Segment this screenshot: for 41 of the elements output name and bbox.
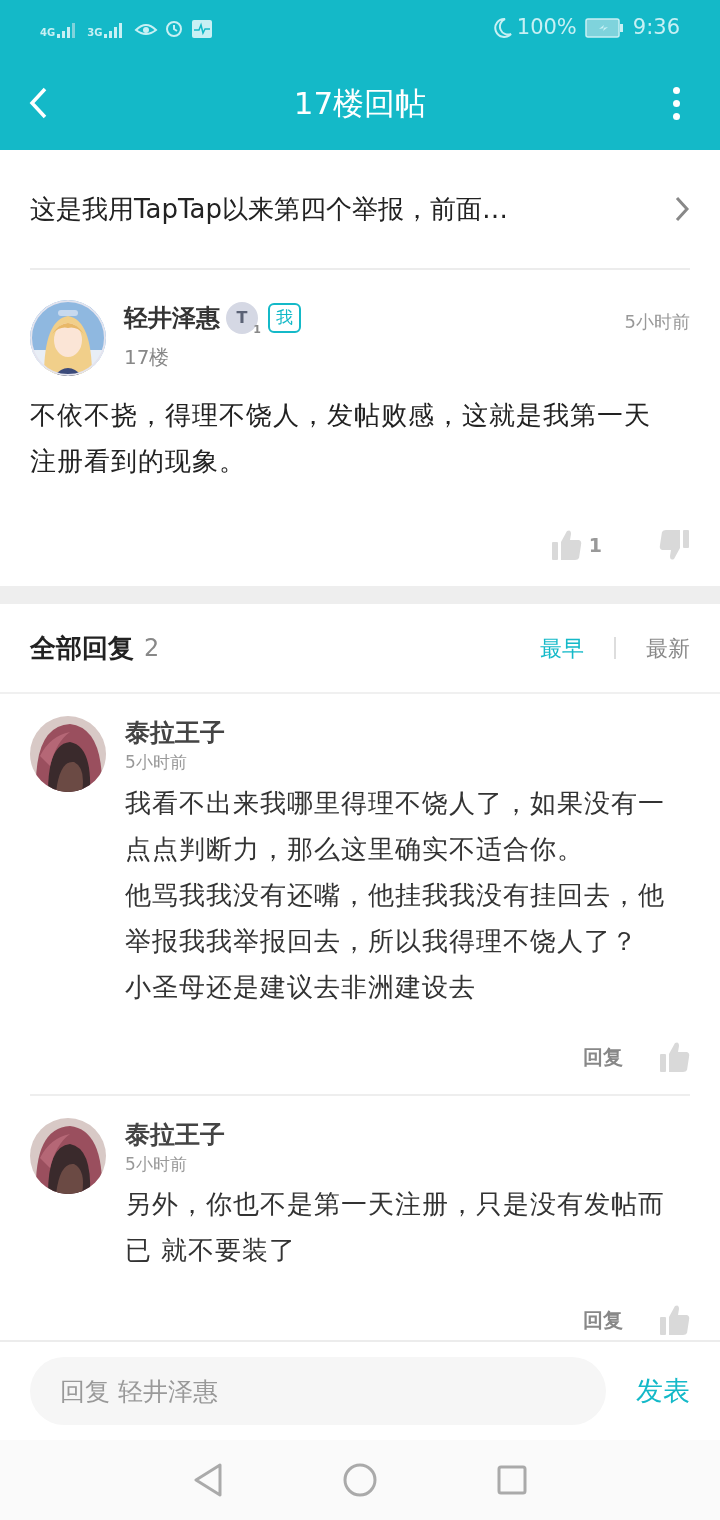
- reply-time: 5小时前: [125, 1152, 188, 1176]
- author-name[interactable]: 轻井泽惠: [124, 300, 220, 336]
- page-title: 17楼回帖: [292, 83, 428, 123]
- author-name[interactable]: 泰拉王子: [125, 1117, 691, 1152]
- recents-nav-icon[interactable]: [497, 1465, 527, 1495]
- topic-title[interactable]: 这是我用TapTap以来第四个举报，前面…: [30, 189, 509, 229]
- home-nav-icon[interactable]: [343, 1463, 377, 1497]
- reply-time: 5小时前: [125, 751, 188, 774]
- post-time: 5小时前: [624, 310, 690, 334]
- reply-count: 2: [144, 633, 160, 664]
- floor-number: 17楼: [124, 344, 171, 371]
- reply-text: 小圣母还是建议去非洲建设去: [125, 970, 477, 1004]
- reply-text: 他骂我我没有还嘴，他挂我我没有挂回去，他举报我我举报回去，所以我得理不饶人了？: [125, 878, 666, 958]
- chevron-right-icon[interactable]: [674, 195, 690, 223]
- reply-button[interactable]: 回复: [583, 1305, 623, 1335]
- reply-text: 我看不出来我哪里得理不饶人了，如果没有一点点判断力，那么这里确实不适合你。: [125, 786, 666, 866]
- author-name[interactable]: 泰拉王子: [125, 716, 691, 750]
- post-body: 不依不挠，得理不饶人，发帖败感，这就是我第一天注册看到的现象。: [30, 399, 652, 478]
- battery-percent: 100%: [516, 14, 577, 42]
- back-nav-icon[interactable]: [193, 1463, 223, 1497]
- dislike-icon[interactable]: [658, 528, 690, 562]
- reply-button[interactable]: 回复: [583, 1041, 623, 1072]
- moon-icon: [492, 17, 513, 39]
- activity-icon: [192, 20, 213, 38]
- send-button[interactable]: 发表: [636, 1370, 690, 1412]
- battery-icon: [584, 18, 623, 38]
- network-label: 4G: [40, 28, 56, 38]
- like-icon[interactable]: [550, 528, 583, 562]
- sort-tab[interactable]: 最早: [540, 631, 584, 665]
- section-title: 全部回复: [30, 631, 134, 665]
- alarm-icon: [164, 18, 185, 38]
- like-count: 1: [588, 532, 602, 558]
- network-label: 3G: [87, 28, 103, 38]
- sort-tab[interactable]: 最新: [646, 631, 690, 665]
- reply-text: 另外，你也不是第一天注册，只是没有发帖而已 就不要装了: [125, 1188, 666, 1267]
- like-icon[interactable]: [659, 1039, 691, 1074]
- level-badge: T 1: [226, 302, 258, 334]
- reply-input[interactable]: 回复 轻井泽惠: [30, 1357, 606, 1425]
- clock-time: 9:36: [632, 14, 680, 42]
- like-icon[interactable]: [659, 1303, 691, 1337]
- me-tag: 我: [268, 303, 301, 333]
